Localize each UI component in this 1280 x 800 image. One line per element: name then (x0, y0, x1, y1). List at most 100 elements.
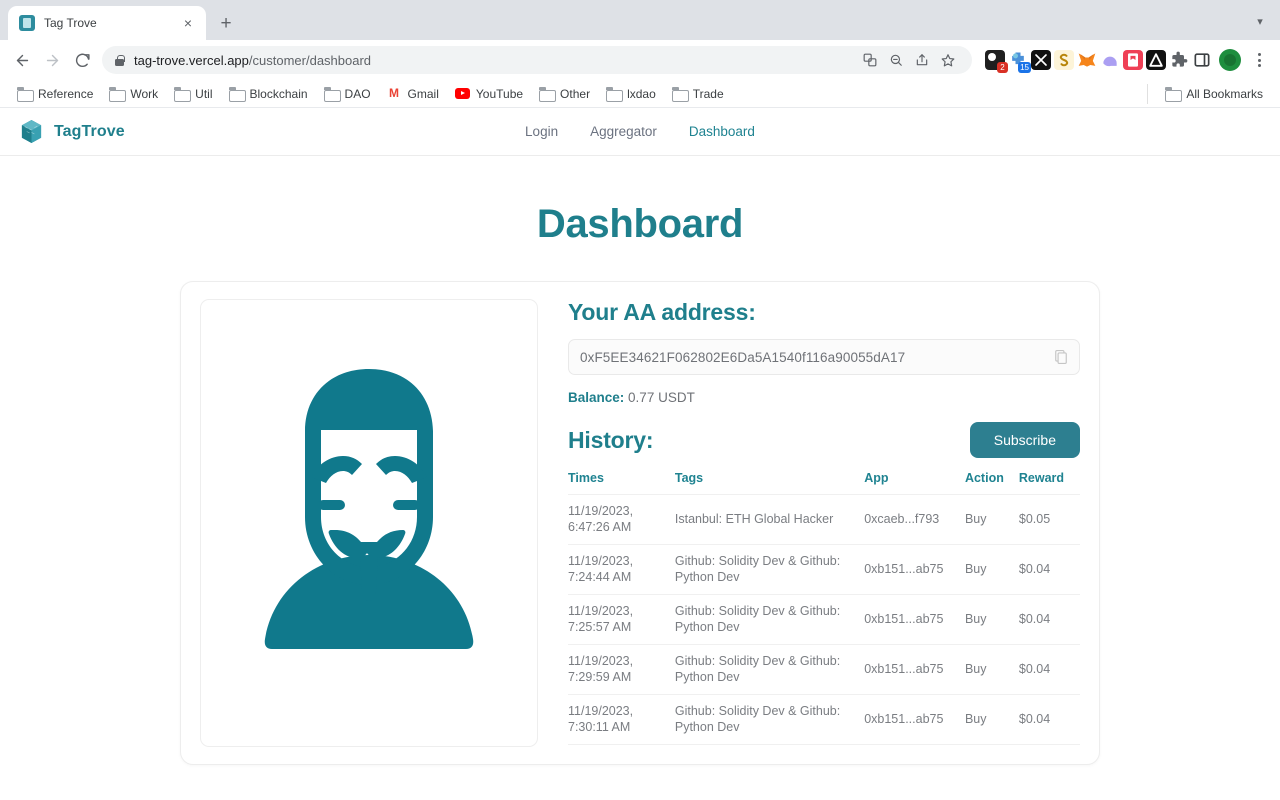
subscribe-button[interactable]: Subscribe (970, 422, 1080, 458)
folder-icon (229, 87, 244, 100)
new-tab-button[interactable]: + (212, 9, 240, 37)
bookmark-lxdao[interactable]: lxdao (599, 84, 663, 104)
cell-app: 0xb151...ab75 (864, 595, 965, 645)
arc-extension-icon[interactable] (1146, 50, 1166, 70)
table-row[interactable]: 11/19/2023, 7:24:44 AM Github: Solidity … (568, 545, 1080, 595)
all-bookmarks[interactable]: All Bookmarks (1158, 84, 1270, 104)
bookmark-label: Work (130, 87, 158, 101)
cell-times: 11/19/2023, 7:25:57 AM (568, 595, 675, 645)
history-table-body: 11/19/2023, 6:47:26 AM Istanbul: ETH Glo… (568, 495, 1080, 748)
extension-badge-count: 2 (997, 62, 1008, 73)
browser-toolbar: tag-trove.vercel.app/customer/dashboard (0, 40, 1280, 80)
pocket-extension-icon[interactable] (1123, 50, 1143, 70)
cell-app: 0xb151...ab75 (864, 545, 965, 595)
cell-tags: Github: Solidity Dev & Github: Python De… (675, 595, 864, 645)
phantom-wallet-extension-icon[interactable] (1100, 50, 1120, 70)
history-header-row: History: Subscribe (568, 422, 1080, 458)
url-path: /customer/dashboard (249, 53, 371, 68)
rabby-wallet-extension-icon[interactable] (1031, 50, 1051, 70)
lock-icon (114, 54, 125, 67)
bookmark-label: Util (195, 87, 212, 101)
dashboard-card: Your AA address: 0xF5EE34621F062802E6Da5… (180, 281, 1100, 765)
cell-app: 0xb151...ab75 (864, 745, 965, 748)
forward-arrow-icon (38, 46, 66, 74)
cell-reward: $0.03 (1019, 745, 1080, 748)
bookmark-dao[interactable]: DAO (317, 84, 378, 104)
back-arrow-icon[interactable] (8, 46, 36, 74)
dashboard-details: Your AA address: 0xF5EE34621F062802E6Da5… (568, 299, 1080, 747)
tab-strip: Tag Trove × + ▾ (0, 0, 1280, 40)
profile-avatar[interactable] (1219, 49, 1241, 71)
avatar-panel (200, 299, 538, 747)
slice-extension-icon[interactable] (1054, 50, 1074, 70)
cell-times: 11/19/2023, 7:35:40 AM (568, 745, 675, 748)
gmail-icon (387, 87, 402, 100)
cell-times: 11/19/2023, 7:24:44 AM (568, 545, 675, 595)
bookmark-youtube[interactable]: YouTube (448, 84, 530, 104)
all-bookmarks-button[interactable]: All Bookmarks (1147, 84, 1270, 104)
bookmark-label: Reference (38, 87, 93, 101)
kebab-menu-icon[interactable] (1246, 47, 1272, 73)
copy-icon[interactable] (1054, 349, 1068, 365)
column-header-reward: Reward (1019, 471, 1080, 495)
cell-tags: Github: Solidity Dev & Github: Python De… (675, 645, 864, 695)
cell-times: 11/19/2023, 7:30:11 AM (568, 695, 675, 745)
history-table-scroll[interactable]: Times Tags App Action Reward 11/19/2023,… (568, 471, 1080, 747)
history-header-row-cells: Times Tags App Action Reward (568, 471, 1080, 495)
url-domain: tag-trove.vercel.app (134, 53, 249, 68)
bookmark-util[interactable]: Util (167, 84, 219, 104)
metamask-extension-icon[interactable] (1077, 50, 1097, 70)
nav-link-aggregator[interactable]: Aggregator (590, 124, 657, 139)
translate-icon[interactable] (858, 48, 882, 72)
address-bar[interactable]: tag-trove.vercel.app/customer/dashboard (102, 46, 972, 74)
bookmark-trade[interactable]: Trade (665, 84, 731, 104)
bookmark-label: lxdao (627, 87, 656, 101)
cell-action: Buy (965, 645, 1019, 695)
bookmark-work[interactable]: Work (102, 84, 165, 104)
table-row[interactable]: 11/19/2023, 6:47:26 AM Istanbul: ETH Glo… (568, 495, 1080, 545)
site-header: TagTrove Login Aggregator Dashboard (0, 108, 1280, 156)
zoom-out-icon[interactable] (884, 48, 908, 72)
bookmark-gmail[interactable]: Gmail (380, 84, 446, 104)
close-icon[interactable]: × (178, 13, 198, 33)
star-icon[interactable] (936, 48, 960, 72)
cell-reward: $0.04 (1019, 695, 1080, 745)
bookmark-blockchain[interactable]: Blockchain (222, 84, 315, 104)
table-row[interactable]: 11/19/2023, 7:35:40 AM Github: Solidity … (568, 745, 1080, 748)
extensions-puzzle-icon[interactable] (1169, 50, 1189, 70)
cell-tags: Github: Solidity Dev & Istanbul: ETH Glo… (675, 745, 864, 748)
column-header-app: App (864, 471, 965, 495)
balance-label: Balance: (568, 390, 624, 405)
bookmark-other[interactable]: Other (532, 84, 597, 104)
reload-icon[interactable] (68, 46, 96, 74)
puzzle-blue-extension-icon[interactable]: 15 (1008, 50, 1028, 70)
nav-link-dashboard[interactable]: Dashboard (689, 124, 755, 139)
cell-times: 11/19/2023, 6:47:26 AM (568, 495, 675, 545)
browser-window: Tag Trove × + ▾ tag-trove.vercel.app/cus… (0, 0, 1280, 800)
tab-favicon-icon (19, 15, 35, 31)
sidepanel-icon[interactable] (1192, 50, 1212, 70)
balance-row: Balance: 0.77 USDT (568, 390, 1080, 405)
cube-logo-icon (20, 119, 43, 144)
table-row[interactable]: 11/19/2023, 7:30:11 AM Github: Solidity … (568, 695, 1080, 745)
brand[interactable]: TagTrove (20, 119, 125, 144)
notifications-extension-icon[interactable]: 2 (985, 50, 1005, 70)
nav-link-login[interactable]: Login (525, 124, 558, 139)
bookmark-reference[interactable]: Reference (10, 84, 100, 104)
table-row[interactable]: 11/19/2023, 7:25:57 AM Github: Solidity … (568, 595, 1080, 645)
table-row[interactable]: 11/19/2023, 7:29:59 AM Github: Solidity … (568, 645, 1080, 695)
aa-address-field[interactable]: 0xF5EE34621F062802E6Da5A1540f116a90055dA… (568, 339, 1080, 375)
brand-name: TagTrove (54, 123, 125, 141)
share-icon[interactable] (910, 48, 934, 72)
extension-badge-count: 15 (1018, 62, 1031, 73)
cell-action: Buy (965, 695, 1019, 745)
browser-tab-tag-trove[interactable]: Tag Trove × (8, 6, 206, 40)
tab-search-chevron-down-icon[interactable]: ▾ (1248, 9, 1272, 33)
bookmark-label: Other (560, 87, 590, 101)
cell-reward: $0.04 (1019, 645, 1080, 695)
column-header-tags: Tags (675, 471, 864, 495)
aa-address-value: 0xF5EE34621F062802E6Da5A1540f116a90055dA… (580, 350, 1054, 365)
cell-app: 0xb151...ab75 (864, 645, 965, 695)
folder-icon (606, 87, 621, 100)
folder-icon (672, 87, 687, 100)
